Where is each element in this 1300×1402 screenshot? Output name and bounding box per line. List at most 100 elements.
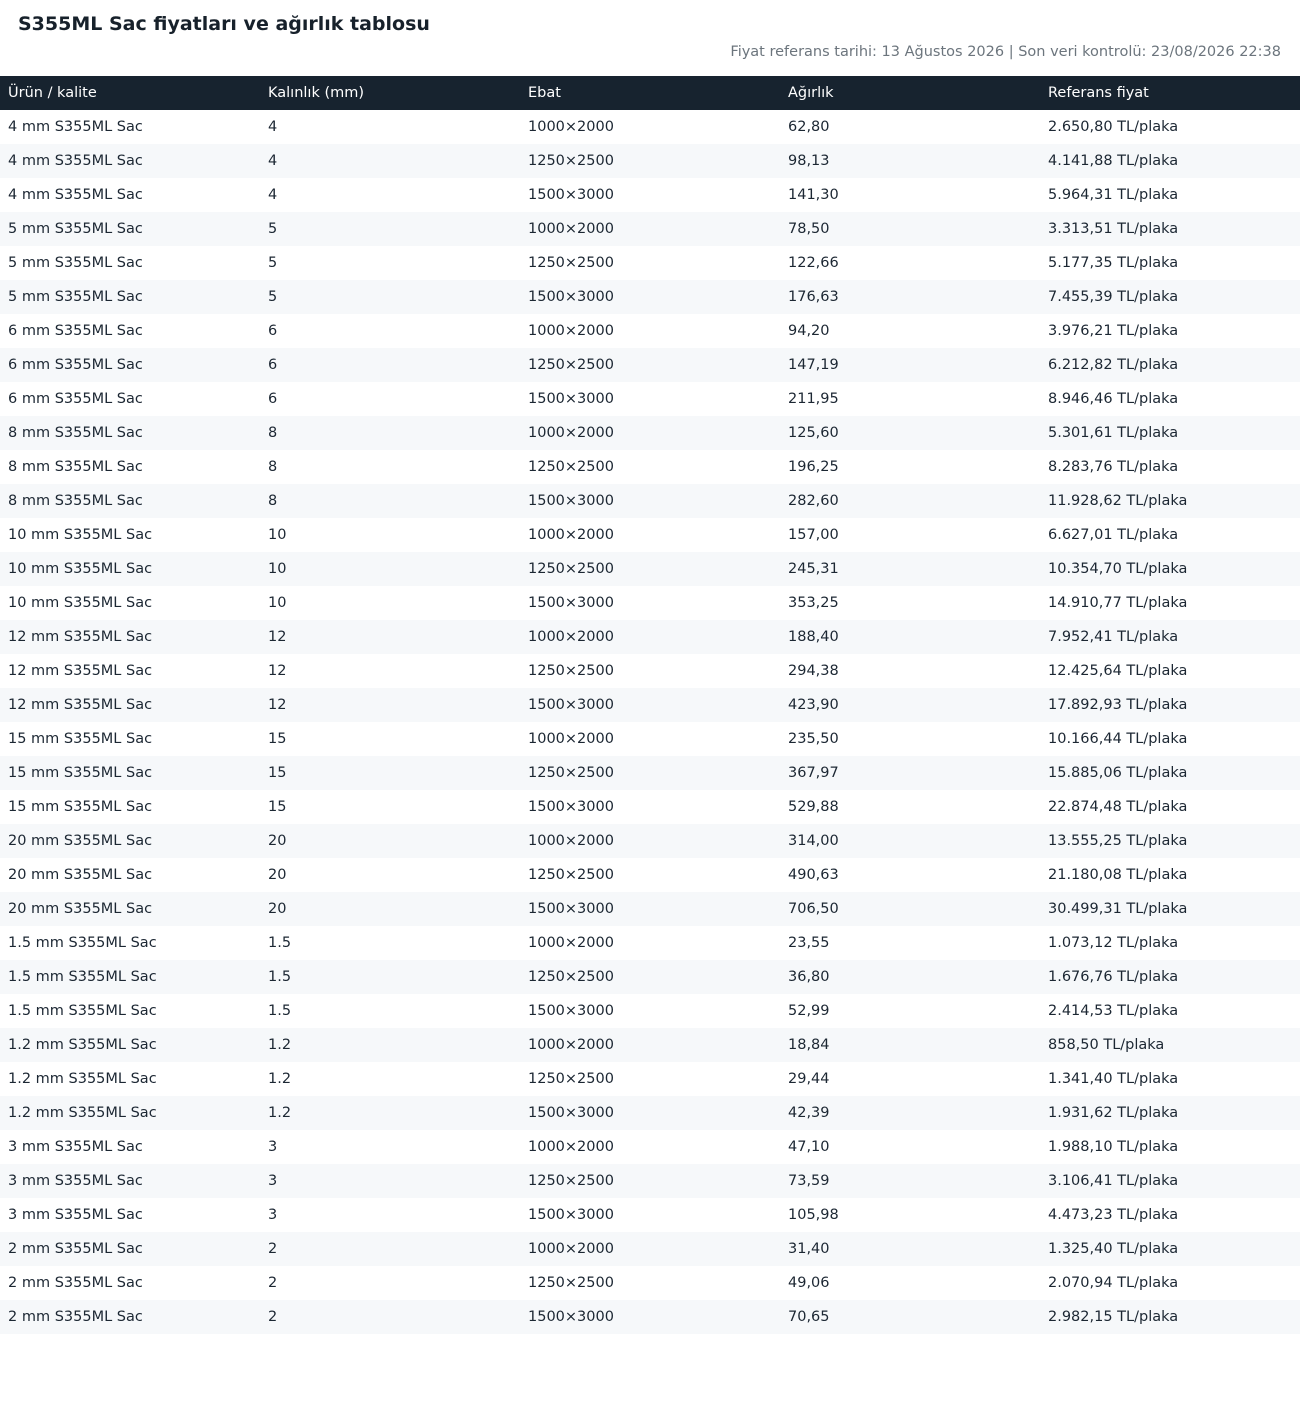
cell-thickness: 10 [268, 595, 287, 611]
cell-size: 1500×3000 [528, 799, 614, 815]
cell-product: 5 mm S355ML Sac [0, 280, 260, 314]
cell-product: 4 mm S355ML Sac [8, 187, 143, 203]
table-row: 20 mm S355ML Sac 20 1500×3000 706,50 30.499,… [0, 892, 1300, 926]
cell-size: 1000×2000 [528, 935, 614, 951]
cell-size: 1000×2000 [520, 620, 780, 654]
cell-product: 8 mm S355ML Sac [0, 484, 260, 518]
cell-price: 858,50 TL/plaka [1040, 1028, 1300, 1062]
table-row: 2 mm S355ML Sac 2 1250×2500 49,06 2.070,94 T… [0, 1266, 1300, 1300]
cell-price: 2.070,94 TL/plaka [1048, 1275, 1179, 1291]
cell-product: 1.5 mm S355ML Sac [0, 960, 260, 994]
table-row: 20 mm S355ML Sac 20 1250×2500 490,63 21.180,… [0, 858, 1300, 892]
cell-product: 3 mm S355ML Sac [0, 1164, 260, 1198]
cell-size: 1250×2500 [528, 1071, 614, 1087]
column-header-product: Ürün / kalite [0, 76, 260, 110]
cell-price: 4.473,23 TL/plaka [1048, 1207, 1179, 1223]
table-row: 15 mm S355ML Sac 15 1250×2500 367,97 15.885,… [0, 756, 1300, 790]
cell-size: 1500×3000 [520, 688, 780, 722]
cell-thickness: 1.5 [268, 1003, 292, 1019]
cell-weight: 78,50 [780, 212, 1040, 246]
cell-price: 1.676,76 TL/plaka [1040, 960, 1300, 994]
cell-weight: 196,25 [788, 459, 839, 475]
cell-thickness: 8 [260, 416, 520, 450]
cell-weight: 98,13 [780, 144, 1040, 178]
cell-size: 1000×2000 [520, 1028, 780, 1062]
cell-weight: 18,84 [780, 1028, 1040, 1062]
cell-weight: 94,20 [788, 323, 830, 339]
cell-weight: 36,80 [780, 960, 1040, 994]
cell-size: 1000×2000 [528, 527, 614, 543]
table-row: 12 mm S355ML Sac 12 1500×3000 423,90 17.892,… [0, 688, 1300, 722]
table-row: 8 mm S355ML Sac 8 1250×2500 196,25 8.283,76 … [0, 450, 1300, 484]
cell-weight: 176,63 [780, 280, 1040, 314]
cell-weight: 42,39 [780, 1096, 1040, 1130]
cell-price: 7.455,39 TL/plaka [1040, 280, 1300, 314]
table-row: 15 mm S355ML Sac 15 1000×2000 235,50 10.166,… [0, 722, 1300, 756]
cell-weight: 235,50 [788, 731, 839, 747]
cell-price: 3.313,51 TL/plaka [1040, 212, 1300, 246]
cell-thickness: 5 [260, 280, 520, 314]
table-row: 10 mm S355ML Sac 10 1000×2000 157,00 6.627,0… [0, 518, 1300, 552]
cell-weight: 211,95 [788, 391, 839, 407]
cell-product: 3 mm S355ML Sac [8, 1207, 143, 1223]
cell-size: 1250×2500 [528, 459, 614, 475]
cell-weight: 367,97 [780, 756, 1040, 790]
cell-price: 5.177,35 TL/plaka [1048, 255, 1179, 271]
cell-thickness: 20 [260, 824, 520, 858]
cell-product: 15 mm S355ML Sac [8, 731, 153, 747]
cell-thickness: 1.2 [260, 1096, 520, 1130]
cell-thickness: 2 [260, 1300, 520, 1334]
cell-price: 4.141,88 TL/plaka [1040, 144, 1300, 178]
cell-thickness: 8 [260, 484, 520, 518]
cell-weight: 49,06 [788, 1275, 830, 1291]
cell-thickness: 1.5 [268, 935, 292, 951]
table-row: 6 mm S355ML Sac 6 1000×2000 94,20 3.976,21 T… [0, 314, 1300, 348]
table-row: 1.5 mm S355ML Sac 1.5 1000×2000 23,55 1.073,… [0, 926, 1300, 960]
cell-thickness: 4 [268, 187, 278, 203]
table-row: 20 mm S355ML Sac 20 1000×2000 314,00 13.555,… [0, 824, 1300, 858]
cell-size: 1250×2500 [520, 348, 780, 382]
table-row: 1.2 mm S355ML Sac 1.2 1250×2500 29,44 1.341,… [0, 1062, 1300, 1096]
cell-product: 12 mm S355ML Sac [0, 620, 260, 654]
cell-weight: 245,31 [780, 552, 1040, 586]
table-header: Ürün / kalite Kalınlık (mm) Ebat Ağırlık… [0, 76, 1300, 110]
cell-product: 8 mm S355ML Sac [0, 416, 260, 450]
reference-date-line: Fiyat referans tarihi: 13 Ağustos 2026 |… [730, 44, 1281, 60]
cell-size: 1250×2500 [528, 1275, 614, 1291]
cell-weight: 282,60 [780, 484, 1040, 518]
cell-weight: 423,90 [780, 688, 1040, 722]
cell-thickness: 5 [268, 255, 278, 271]
table-row: 4 mm S355ML Sac 4 1250×2500 98,13 4.141,88 T… [0, 144, 1300, 178]
cell-price: 13.555,25 TL/plaka [1040, 824, 1300, 858]
table-row: 3 mm S355ML Sac 3 1000×2000 47,10 1.988,10 T… [0, 1130, 1300, 1164]
cell-thickness: 4 [268, 119, 278, 135]
cell-thickness: 5 [260, 212, 520, 246]
cell-price: 17.892,93 TL/plaka [1040, 688, 1300, 722]
cell-price: 22.874,48 TL/plaka [1048, 799, 1188, 815]
table-row: 2 mm S355ML Sac 2 1500×3000 70,65 2.982,15 T… [0, 1300, 1300, 1334]
table-row: 4 mm S355ML Sac 4 1500×3000 141,30 5.964,31 … [0, 178, 1300, 212]
table-row: 1.2 mm S355ML Sac 1.2 1000×2000 18,84 858,50… [0, 1028, 1300, 1062]
table-row: 15 mm S355ML Sac 15 1500×3000 529,88 22.874,… [0, 790, 1300, 824]
cell-size: 1500×3000 [520, 1096, 780, 1130]
cell-price: 11.928,62 TL/plaka [1040, 484, 1300, 518]
cell-price: 1.341,40 TL/plaka [1048, 1071, 1179, 1087]
cell-size: 1000×2000 [520, 416, 780, 450]
cell-thickness: 6 [268, 323, 278, 339]
cell-price: 14.910,77 TL/plaka [1048, 595, 1188, 611]
cell-price: 3.106,41 TL/plaka [1040, 1164, 1300, 1198]
cell-price: 1.931,62 TL/plaka [1040, 1096, 1300, 1130]
cell-size: 1500×3000 [528, 187, 614, 203]
cell-weight: 314,00 [780, 824, 1040, 858]
cell-price: 1.325,40 TL/plaka [1040, 1232, 1300, 1266]
cell-price: 15.885,06 TL/plaka [1040, 756, 1300, 790]
column-header-size: Ebat [520, 76, 780, 110]
cell-product: 10 mm S355ML Sac [8, 527, 153, 543]
cell-product: 10 mm S355ML Sac [0, 552, 260, 586]
cell-price: 30.499,31 TL/plaka [1040, 892, 1300, 926]
table-row: 3 mm S355ML Sac 3 1250×2500 73,59 3.106,41 T… [0, 1164, 1300, 1198]
cell-thickness: 10 [260, 552, 520, 586]
cell-product: 3 mm S355ML Sac [8, 1139, 143, 1155]
cell-size: 1500×3000 [520, 484, 780, 518]
cell-product: 15 mm S355ML Sac [0, 756, 260, 790]
